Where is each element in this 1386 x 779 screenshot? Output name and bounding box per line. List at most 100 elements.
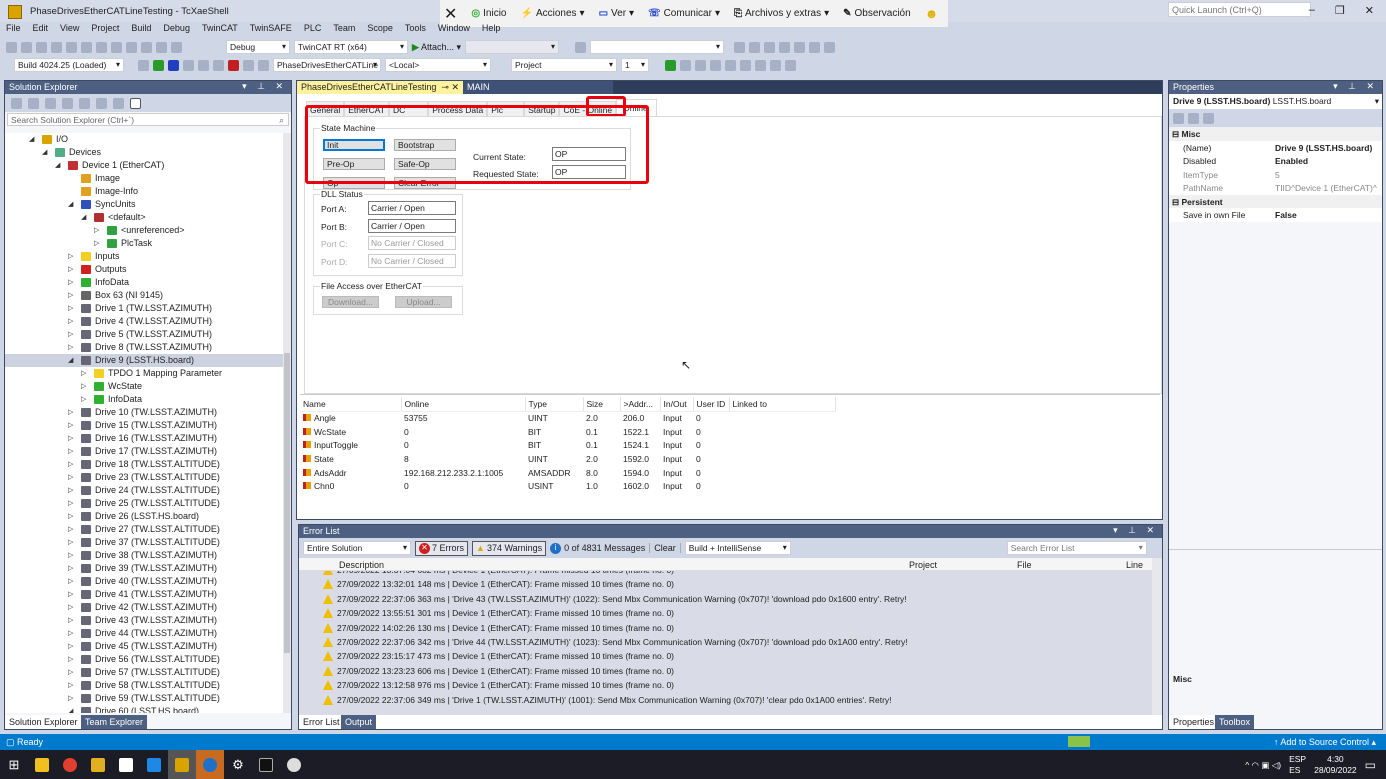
- alphabetical-icon[interactable]: [1188, 112, 1199, 124]
- tree-item[interactable]: ▷ Box 63 (NI 9145): [5, 289, 283, 302]
- menu-team[interactable]: Team: [327, 22, 361, 36]
- menu-tools[interactable]: Tools: [399, 22, 432, 36]
- search-app-icon[interactable]: [280, 750, 308, 779]
- terminal-icon[interactable]: [252, 750, 280, 779]
- collapse-icon[interactable]: ◢: [68, 200, 73, 208]
- chrome-icon[interactable]: [56, 750, 84, 779]
- tree-item[interactable]: ◢ Device 1 (EtherCAT): [5, 159, 283, 172]
- collapse-icon[interactable]: ◢: [81, 213, 86, 221]
- collapse-all-icon[interactable]: [96, 97, 107, 109]
- close-icon[interactable]: ✕: [444, 4, 457, 24]
- tab-properties[interactable]: Properties: [1169, 715, 1219, 729]
- vscode-icon[interactable]: [140, 750, 168, 779]
- menu-project[interactable]: Project: [85, 22, 125, 36]
- expand-icon[interactable]: ▷: [68, 694, 73, 702]
- tool-icon[interactable]: [764, 41, 775, 53]
- tree-item[interactable]: ▷ Drive 42 (TW.LSST.AZIMUTH): [5, 601, 283, 614]
- paste-icon[interactable]: [141, 41, 152, 53]
- notification-icon[interactable]: [1068, 736, 1090, 747]
- start-icon[interactable]: [680, 59, 691, 71]
- tree-item[interactable]: ◢ Devices: [5, 146, 283, 159]
- messages-filter[interactable]: i0 of 4831 Messages: [550, 542, 645, 554]
- property-category[interactable]: ⊟ Persistent: [1169, 194, 1382, 208]
- tv-archivos[interactable]: ⎘ Archivos y extras ▾: [734, 8, 829, 19]
- tree-item[interactable]: ▷ Drive 37 (TW.LSST.ALTITUDE): [5, 536, 283, 549]
- col-type[interactable]: Type: [525, 397, 584, 412]
- tree-item[interactable]: ▷ Drive 56 (TW.LSST.ALTITUDE): [5, 653, 283, 666]
- tab-main[interactable]: MAIN: [463, 81, 613, 94]
- tree-item[interactable]: Image-Info: [5, 185, 283, 198]
- tree-item[interactable]: ▷ Outputs: [5, 263, 283, 276]
- find-icon[interactable]: [575, 41, 586, 53]
- tab-team-explorer[interactable]: Team Explorer: [81, 715, 148, 729]
- expand-icon[interactable]: ▷: [68, 551, 73, 559]
- tool-icon[interactable]: [794, 41, 805, 53]
- collapse-icon[interactable]: ◢: [68, 356, 73, 364]
- close-window-button[interactable]: ✕: [1365, 4, 1374, 17]
- config-mode-icon[interactable]: [168, 59, 179, 71]
- tree-item[interactable]: Image: [5, 172, 283, 185]
- redo-icon[interactable]: [171, 41, 182, 53]
- collapse-icon[interactable]: ◢: [55, 161, 60, 169]
- menu-file[interactable]: File: [0, 22, 27, 36]
- tree-item[interactable]: ◢ Drive 60 (LSST.HS.board): [5, 705, 283, 713]
- tree-item[interactable]: ▷ Drive 24 (TW.LSST.ALTITUDE): [5, 484, 283, 497]
- expand-icon[interactable]: ▷: [68, 317, 73, 325]
- col-name[interactable]: Name: [300, 397, 402, 412]
- error-row[interactable]: 27/09/2022 22:37:06 342 ms | 'Drive 44 (…: [299, 635, 1152, 649]
- tool-icon[interactable]: [809, 41, 820, 53]
- errors-filter[interactable]: ✕ 7 Errors: [415, 540, 469, 556]
- menu-view[interactable]: View: [54, 22, 85, 36]
- breakpoint-icon[interactable]: [785, 59, 796, 71]
- col-linked[interactable]: Linked to: [729, 397, 836, 412]
- tool-icon[interactable]: [734, 41, 745, 53]
- menu-twincat[interactable]: TwinCAT: [196, 22, 244, 36]
- expand-icon[interactable]: ▷: [68, 330, 73, 338]
- tree-item[interactable]: ▷ Drive 15 (TW.LSST.AZIMUTH): [5, 419, 283, 432]
- wrench-icon[interactable]: [1203, 112, 1214, 124]
- activate-config-icon[interactable]: [138, 59, 149, 71]
- tree-item[interactable]: ▷ Drive 1 (TW.LSST.AZIMUTH): [5, 302, 283, 315]
- add-to-source-control[interactable]: ↑ Add to Source Control ▴: [1274, 737, 1376, 748]
- expand-icon[interactable]: ▷: [81, 395, 86, 403]
- tree-item[interactable]: ◢ I/O: [5, 133, 283, 146]
- copy-icon[interactable]: [126, 41, 137, 53]
- menu-plc[interactable]: PLC: [298, 22, 328, 36]
- tree-item[interactable]: ◢ <default>: [5, 211, 283, 224]
- toggle-icon[interactable]: [213, 59, 224, 71]
- expand-icon[interactable]: ▷: [68, 577, 73, 585]
- property-row[interactable]: PathName TIID^Device 1 (EtherCAT)^: [1169, 181, 1382, 195]
- categorized-icon[interactable]: [1173, 112, 1184, 124]
- tab-toolbox[interactable]: Toolbox: [1215, 715, 1255, 729]
- variable-row[interactable]: InputToggle 0 BIT 0.1 1524.1 Input 0: [300, 438, 835, 452]
- expand-icon[interactable]: ▷: [68, 421, 73, 429]
- forward-icon[interactable]: [28, 97, 39, 109]
- expand-icon[interactable]: ▷: [68, 616, 73, 624]
- tree-item[interactable]: ▷ Drive 58 (TW.LSST.ALTITUDE): [5, 679, 283, 692]
- tree-item[interactable]: ▷ Drive 18 (TW.LSST.ALTITUDE): [5, 458, 283, 471]
- stop-icon[interactable]: [695, 59, 706, 71]
- tab-output[interactable]: Output: [341, 715, 377, 729]
- wrench-icon[interactable]: [113, 97, 124, 109]
- tree-item[interactable]: ▷ Drive 16 (TW.LSST.AZIMUTH): [5, 432, 283, 445]
- open-icon[interactable]: [66, 41, 77, 53]
- undo-icon[interactable]: [156, 41, 167, 53]
- expand-icon[interactable]: ▷: [68, 681, 73, 689]
- menu-edit[interactable]: Edit: [27, 22, 55, 36]
- step-icon[interactable]: [710, 59, 721, 71]
- expand-icon[interactable]: ▷: [68, 265, 73, 273]
- panel-controls[interactable]: ▾ ⊥ ✕: [1113, 525, 1158, 536]
- tree-item[interactable]: ▷ TPDO 1 Mapping Parameter: [5, 367, 283, 380]
- variable-row[interactable]: AdsAddr 192.168.212.233.2.1:1005 AMSADDR 8.…: [300, 466, 835, 480]
- number-select[interactable]: 1: [621, 58, 649, 72]
- tree-item[interactable]: ▷ Drive 57 (TW.LSST.ALTITUDE): [5, 666, 283, 679]
- col-description[interactable]: Description: [339, 560, 384, 570]
- tv-ver[interactable]: ▭ Ver ▾: [599, 8, 635, 19]
- col-project[interactable]: Project: [909, 560, 937, 570]
- panel-controls[interactable]: ▾ ⊥ ✕: [242, 81, 287, 92]
- expand-icon[interactable]: ▷: [81, 369, 86, 377]
- config-select[interactable]: Debug: [226, 40, 290, 54]
- logout-icon[interactable]: [258, 59, 269, 71]
- run-mode-icon[interactable]: [153, 59, 164, 71]
- tree-item[interactable]: ▷ Drive 44 (TW.LSST.AZIMUTH): [5, 627, 283, 640]
